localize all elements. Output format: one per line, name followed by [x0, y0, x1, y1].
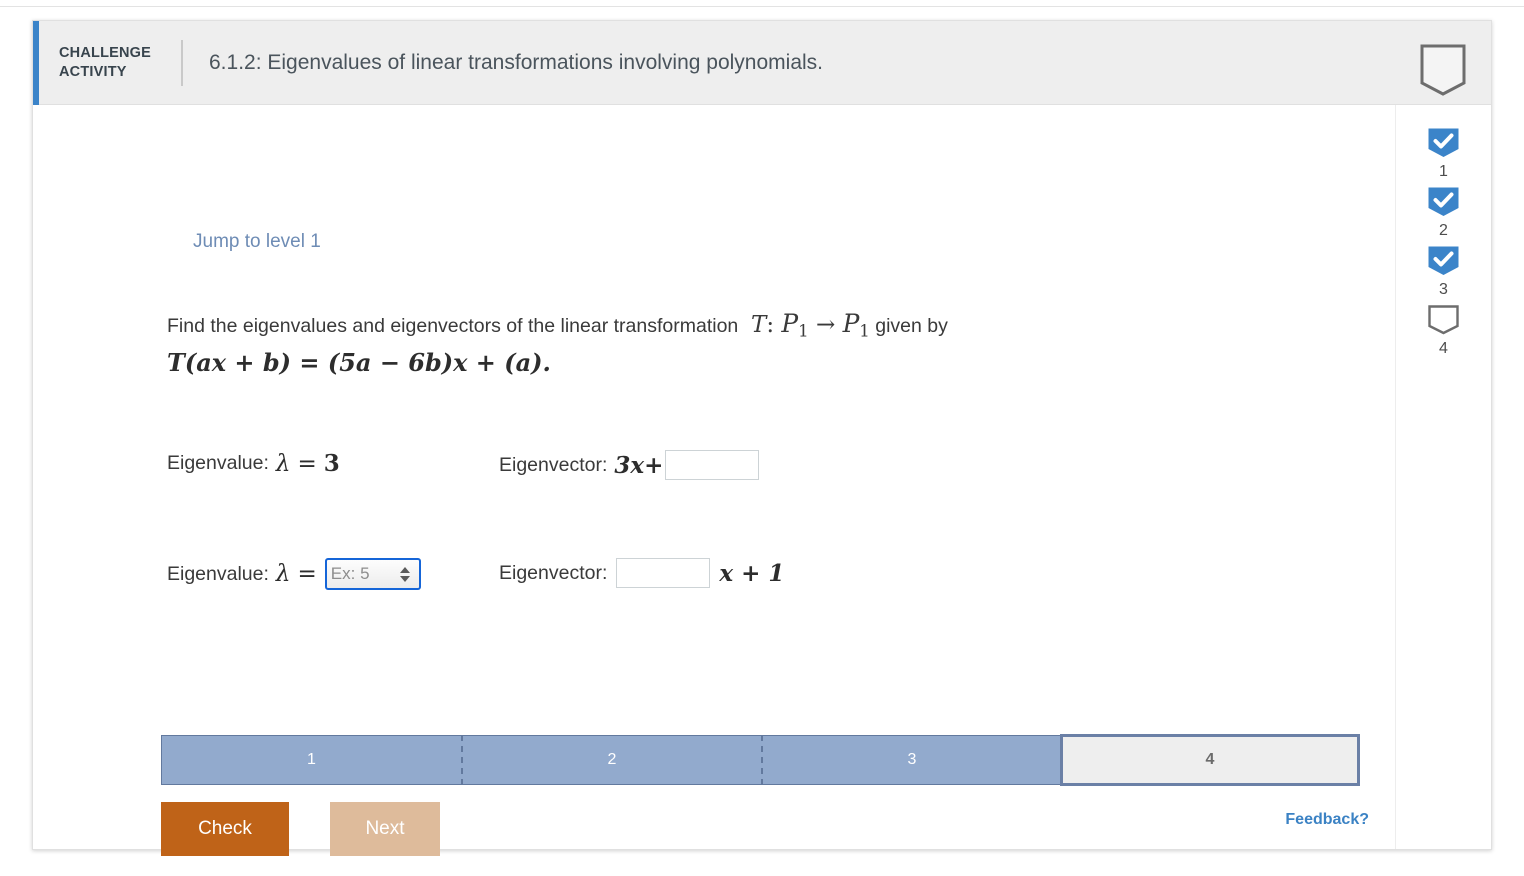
sidebar-step-number-4: 4 [1439, 340, 1448, 357]
number-stepper[interactable] [395, 560, 415, 588]
kicker-line-2: ACTIVITY [59, 63, 127, 80]
action-buttons: Check Next [161, 802, 440, 856]
arrow-icon: → [815, 312, 836, 338]
eigenvector-input-1[interactable] [665, 450, 760, 480]
activity-content: Jump to level 1 Find the eigenvalues and… [33, 105, 1397, 856]
progress-segment-3[interactable]: 3 [761, 735, 1061, 785]
top-divider [0, 0, 1524, 7]
codomain-symbol: P [842, 309, 860, 338]
domain-subscript: 1 [798, 321, 809, 341]
progress-segment-4[interactable]: 4 [1060, 734, 1360, 786]
sidebar-step-1[interactable]: 1 [1427, 127, 1460, 181]
eigenvalue-input-2[interactable] [326, 560, 395, 588]
empty-banner-icon [1419, 43, 1467, 97]
feedback-link[interactable]: Feedback? [1285, 811, 1369, 829]
challenge-activity-kicker: CHALLENGE ACTIVITY [59, 44, 177, 82]
lambda-symbol-1: λ [275, 450, 291, 477]
stepper-up-icon[interactable] [399, 566, 410, 573]
sidebar-step-4[interactable]: 4 [1427, 304, 1460, 358]
transformation-formula: T(ax + b) = (5a − 6b)x + (a). [167, 348, 551, 377]
eigenvalue-row-1: Eigenvalue: λ = 3 [167, 450, 340, 477]
kicker-line-1: CHALLENGE [59, 44, 152, 61]
jump-to-level-link[interactable]: Jump to level 1 [193, 231, 321, 253]
eigenvector-suffix-2: x + 1 [719, 559, 785, 587]
equals-sign-1: = [297, 450, 317, 477]
level-progress-bar: 1 2 3 4 [161, 734, 1360, 786]
eigenvector-prefix-1: 3x+ [614, 451, 664, 479]
check-banner-icon [1427, 127, 1460, 159]
eigenvector-label-1: Eigenvector: [499, 453, 608, 476]
check-button[interactable]: Check [161, 802, 289, 856]
header-accent-bar [33, 21, 39, 105]
question-lead: Find the eigenvalues and eigenvectors of… [167, 315, 739, 337]
card-body: Jump to level 1 Find the eigenvalues and… [33, 105, 1491, 856]
eigenvalue-input-wrapper[interactable] [324, 558, 421, 590]
eigenvalue-label-1: Eigenvalue: [167, 452, 269, 474]
sidebar-step-2[interactable]: 2 [1427, 186, 1460, 240]
page-title: 6.1.2: Eigenvalues of linear transformat… [209, 50, 823, 74]
eigenvalue-row-2: Eigenvalue: λ = [167, 558, 421, 590]
sidebar-step-number-2: 2 [1439, 222, 1448, 239]
codomain-subscript: 1 [859, 321, 870, 341]
eigenvalue-value-1: 3 [323, 450, 340, 477]
transform-symbol: T [751, 312, 767, 338]
eigenvector-input-2[interactable] [616, 558, 711, 588]
sidebar-step-number-1: 1 [1439, 163, 1448, 180]
challenge-activity-card: CHALLENGE ACTIVITY 6.1.2: Eigenvalues of… [32, 20, 1492, 856]
progress-segment-2[interactable]: 2 [461, 735, 761, 785]
check-banner-icon [1427, 245, 1460, 277]
next-button[interactable]: Next [330, 802, 440, 856]
progress-segment-1[interactable]: 1 [161, 735, 461, 785]
page-root: CHALLENGE ACTIVITY 6.1.2: Eigenvalues of… [0, 0, 1524, 876]
empty-banner-icon [1427, 304, 1460, 336]
equals-sign-2: = [297, 561, 317, 587]
lambda-symbol-2: λ [275, 561, 291, 587]
question-colon: : [766, 312, 775, 338]
eigenvector-row-1: Eigenvector: 3x+ [499, 450, 761, 480]
eigenvalue-label-2: Eigenvalue: [167, 562, 269, 585]
question-trailing: given by [875, 315, 948, 337]
check-banner-icon [1427, 186, 1460, 218]
eigenvector-row-2: Eigenvector: x + 1 [499, 558, 784, 588]
progress-sidebar: 1 2 3 4 [1395, 105, 1491, 849]
question-text: Find the eigenvalues and eigenvectors of… [167, 307, 1167, 348]
header-divider [181, 39, 183, 86]
domain-symbol: P [781, 309, 799, 338]
eigenvector-label-2: Eigenvector: [499, 561, 608, 584]
stepper-down-icon[interactable] [399, 575, 410, 582]
card-header: CHALLENGE ACTIVITY 6.1.2: Eigenvalues of… [33, 21, 1491, 105]
sidebar-step-number-3: 3 [1439, 281, 1448, 298]
sidebar-step-3[interactable]: 3 [1427, 245, 1460, 299]
